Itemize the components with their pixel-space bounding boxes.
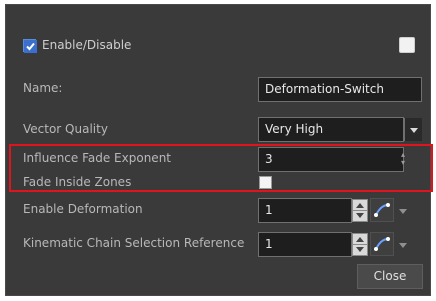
layer-properties-dialog: Enable/Disable Name: Deformation-Switch … <box>5 4 431 296</box>
enable-deformation-label: Enable Deformation <box>23 202 143 216</box>
enable-deformation-field[interactable]: 1 <box>258 198 352 223</box>
color-swatch-checkbox[interactable] <box>399 37 415 53</box>
kinematic-chain-label: Kinematic Chain Selection Reference <box>23 236 245 250</box>
link-curve-icon <box>374 203 390 217</box>
vector-quality-label: Vector Quality <box>23 122 108 136</box>
influence-fade-exponent-label: Influence Fade Exponent <box>23 151 172 165</box>
name-field[interactable]: Deformation-Switch <box>258 77 422 102</box>
chevron-down-icon[interactable] <box>404 118 422 141</box>
influence-fade-exponent-field[interactable]: 3 <box>258 147 404 172</box>
checkmark-icon <box>24 40 37 53</box>
enable-disable-checkbox[interactable] <box>23 39 37 53</box>
link-curve-icon <box>374 237 390 251</box>
spin-down-icon[interactable] <box>356 247 364 252</box>
chevron-down-icon[interactable] <box>399 243 407 248</box>
kinematic-chain-field[interactable]: 1 <box>258 232 352 257</box>
spin-arrows-icon[interactable]: ▴ ▾ <box>399 151 407 171</box>
link-curve-button[interactable] <box>370 232 394 256</box>
link-curve-button[interactable] <box>370 198 394 222</box>
spin-up-icon[interactable] <box>356 237 364 242</box>
enable-disable-label: Enable/Disable <box>42 38 132 52</box>
close-button[interactable]: Close <box>357 264 423 289</box>
vector-quality-select[interactable]: Very High <box>258 117 404 142</box>
fade-inside-zones-label: Fade Inside Zones <box>23 175 132 189</box>
kinematic-chain-spinner[interactable] <box>352 233 368 256</box>
name-label: Name: <box>23 81 63 95</box>
enable-deformation-spinner[interactable] <box>352 199 368 222</box>
chevron-down-icon[interactable] <box>399 209 407 214</box>
spin-up-icon[interactable] <box>356 203 364 208</box>
spin-down-icon[interactable] <box>356 213 364 218</box>
fade-inside-zones-checkbox[interactable] <box>259 176 272 189</box>
